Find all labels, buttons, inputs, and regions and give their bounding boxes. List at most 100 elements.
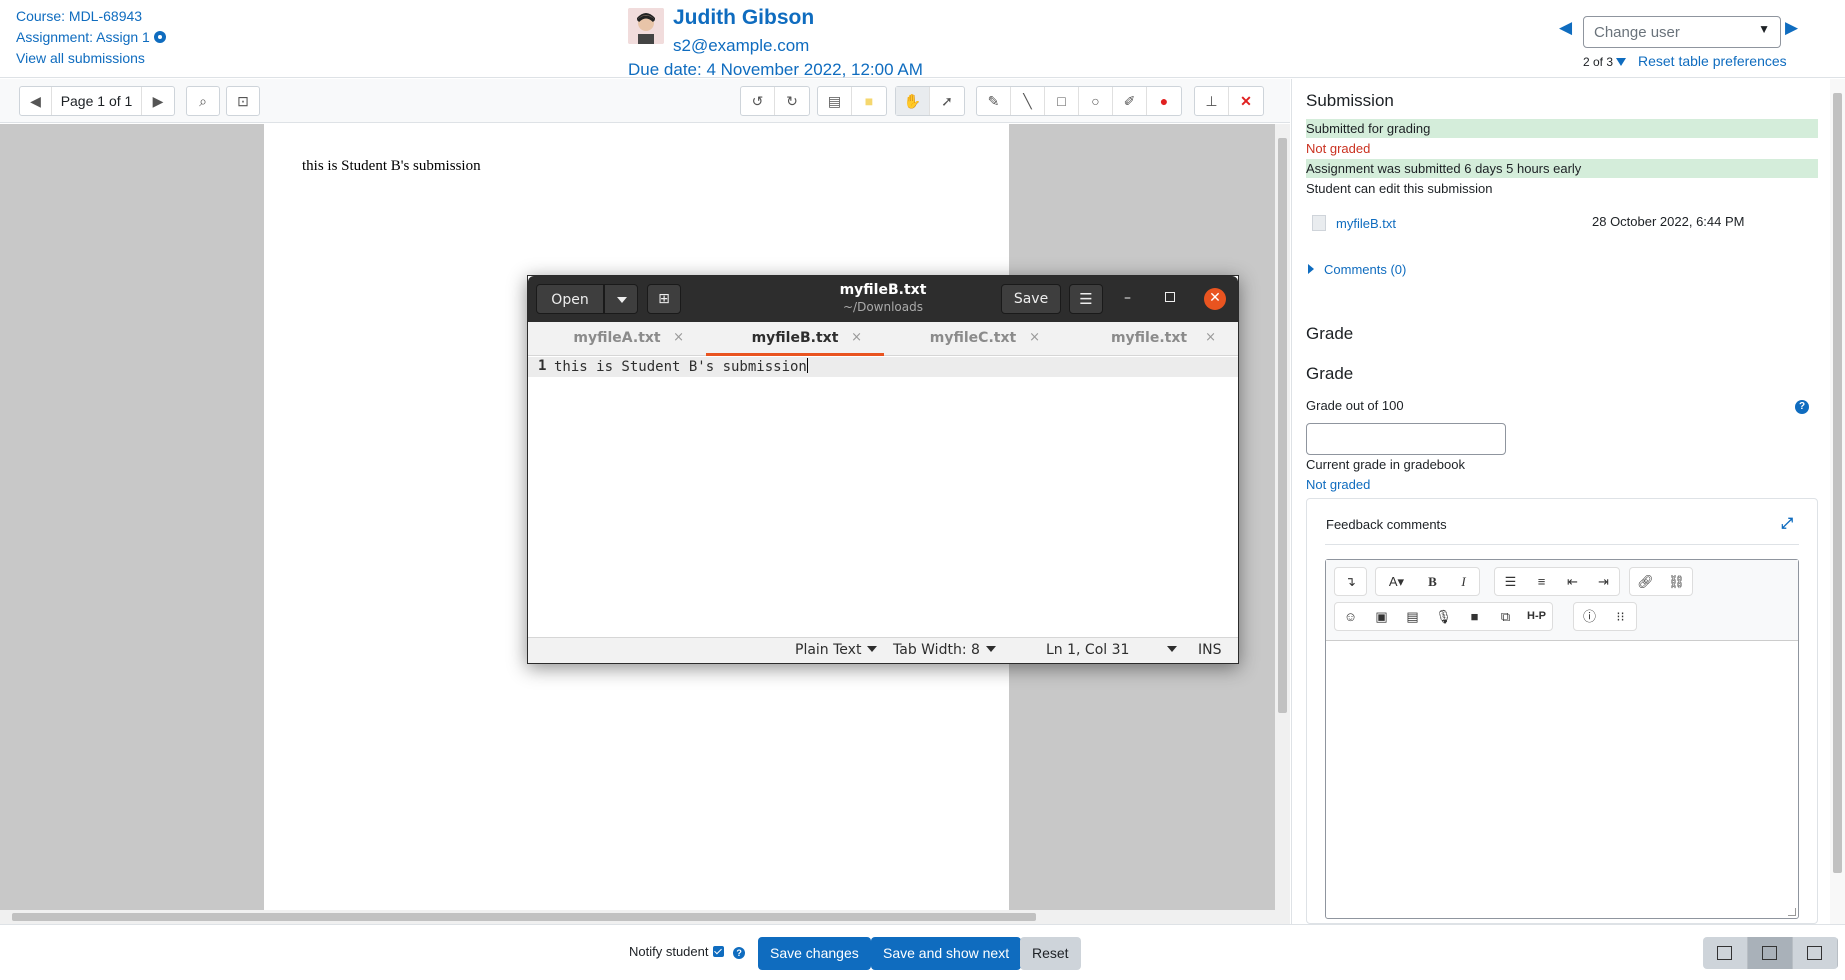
gradebook-value[interactable]: Not graded [1306,477,1370,492]
syntax-select[interactable]: Plain Text [795,642,878,658]
next-page-icon[interactable]: ▶ [142,87,174,115]
select-cursor-icon[interactable]: ➚ [930,87,964,115]
pointer-group: ✋ ➚ [895,86,965,116]
rotate-left-icon[interactable]: ↺ [741,87,775,115]
equation-icon[interactable]: ⁝⁝ [1605,603,1636,630]
line-content[interactable]: this is Student B's submission [554,358,808,375]
comment-color-icon[interactable]: ■ [852,87,886,115]
editor-text-area[interactable]: 1 this is Student B's submission [528,357,1238,624]
pen-icon[interactable]: ✎ [977,87,1011,115]
page-select[interactable]: Page 1 of 1 [52,87,142,115]
pan-hand-icon[interactable]: ✋ [896,87,930,115]
copy-icon[interactable]: ⧉ [1490,603,1521,630]
layout-switcher [1703,937,1838,969]
collapse-review-panel-icon[interactable] [1793,937,1838,969]
document-icon[interactable]: ▤ [1397,603,1428,630]
hamburger-menu-icon[interactable]: ☰ [1069,284,1103,314]
rectangle-icon[interactable]: □ [1045,87,1079,115]
file-link[interactable]: myfileB.txt [1336,216,1396,231]
tab-width-select[interactable]: Tab Width: 8 [893,642,996,658]
bold-icon[interactable]: B [1417,568,1448,595]
save-and-show-next-button[interactable]: Save and show next [871,937,1022,970]
font-style-icon[interactable]: A▾ [1376,568,1417,595]
unordered-list-icon[interactable]: ☰ [1495,568,1526,595]
user-count: 2 of 3 [1583,55,1627,69]
avatar[interactable] [628,8,664,44]
tab-myfile[interactable]: myfile.txt × [1060,322,1238,356]
comment-icon[interactable]: ▤ [818,87,852,115]
editor-titlebar[interactable]: Open ⊞ myfileB.txt ~/Downloads Save ☰ – … [528,276,1238,322]
collapse-toolbar-icon[interactable]: ↴ [1335,568,1366,595]
accessibility-icon[interactable]: ⓘ [1574,603,1605,630]
filter-icon[interactable] [1616,58,1627,66]
view-all-submissions-link[interactable]: View all submissions [16,48,166,69]
grade-input[interactable] [1306,423,1506,455]
reset-button[interactable]: Reset [1020,937,1081,970]
user-navigation: ◀ Change user ▼ ▶ 2 of 3 Reset table pre… [1545,0,1845,78]
course-nav: Course: MDL-68943 Assignment: Assign 1 V… [16,6,166,69]
collapse-grade-panel-icon[interactable] [1703,937,1748,969]
maximize-icon[interactable] [1165,292,1175,302]
user-name[interactable]: Judith Gibson [673,6,814,30]
unlink-icon[interactable]: ⛓︎ [1661,568,1692,595]
stamp-group: ⊥ ✕ [1194,86,1264,116]
course-link[interactable]: Course: MDL-68943 [16,6,166,27]
help-icon[interactable]: ? [1795,397,1809,414]
close-tab-icon[interactable]: × [1029,322,1040,354]
tab-myfileA[interactable]: myfileA.txt × [528,322,706,356]
video-icon[interactable]: ■ [1459,603,1490,630]
emoji-icon[interactable]: ☺ [1335,603,1366,630]
resize-handle[interactable] [1788,908,1796,916]
help-icon[interactable]: ? [733,947,746,959]
file-date: 28 October 2022, 6:44 PM [1592,214,1745,229]
minimize-icon[interactable]: – [1124,290,1131,306]
insert-mode[interactable]: INS [1198,642,1222,658]
rotate-right-icon[interactable]: ↻ [775,87,809,115]
expand-icon[interactable]: ⤢ [1781,515,1793,532]
link-icon[interactable]: 🔗︎ [1630,568,1661,595]
user-email[interactable]: s2@example.com [673,36,809,56]
close-tab-icon[interactable]: × [851,322,862,354]
viewer-horizontal-scrollbar[interactable] [0,910,1290,924]
cursor-position-select[interactable]: Ln 1, Col 31 [1046,642,1178,658]
ordered-list-icon[interactable]: ≡ [1526,568,1557,595]
tab-myfileB[interactable]: myfileB.txt × [706,322,884,356]
default-layout-icon[interactable] [1748,937,1793,969]
expand-view-icon[interactable]: ⊡ [226,86,260,116]
close-tab-icon[interactable]: × [1205,322,1216,354]
tab-myfileC[interactable]: myfileC.txt × [884,322,1062,356]
save-changes-button[interactable]: Save changes [758,937,871,970]
save-button[interactable]: Save [1001,284,1061,314]
close-window-icon[interactable]: ✕ [1204,288,1226,310]
assignment-link[interactable]: Assignment: Assign 1 [16,27,166,48]
h5p-icon[interactable]: H-P [1521,603,1552,630]
oval-icon[interactable]: ○ [1079,87,1113,115]
editor-window-subtitle: ~/Downloads [843,300,923,314]
highlighter-icon[interactable]: ✐ [1113,87,1147,115]
image-icon[interactable]: ▣ [1366,603,1397,630]
reset-table-preferences-link[interactable]: Reset table preferences [1638,53,1787,69]
file-icon [1312,215,1326,231]
editor-statusbar: Plain Text Tab Width: 8 Ln 1, Col 31 INS [528,637,1238,663]
line-icon[interactable]: ╲ [1011,87,1045,115]
previous-user-icon[interactable]: ◀ [1559,18,1572,38]
color-drop-icon[interactable]: ● [1147,87,1181,115]
next-user-icon[interactable]: ▶ [1785,18,1798,38]
search-comments-icon[interactable]: ⌕ [186,86,220,116]
stamp-icon[interactable]: ⊥ [1195,87,1229,115]
microphone-icon[interactable]: 🎙︎ [1428,603,1459,630]
delete-icon[interactable]: ✕ [1229,87,1263,115]
previous-page-icon[interactable]: ◀ [20,87,52,115]
gear-icon[interactable] [153,31,166,43]
feedback-text-area[interactable] [1326,642,1798,918]
italic-icon[interactable]: I [1448,568,1479,595]
panel-vertical-scrollbar[interactable] [1830,79,1845,924]
indent-icon[interactable]: ⇥ [1588,568,1619,595]
outdent-icon[interactable]: ⇤ [1557,568,1588,595]
notify-student-checkbox[interactable] [712,946,724,957]
viewer-vertical-scrollbar[interactable] [1275,124,1290,910]
grading-panel: Submission Submitted for grading Not gra… [1291,79,1845,924]
close-tab-icon[interactable]: × [673,322,684,354]
comments-toggle[interactable]: Comments (0) [1308,262,1406,277]
change-user-select[interactable]: Change user ▼ [1583,16,1781,48]
